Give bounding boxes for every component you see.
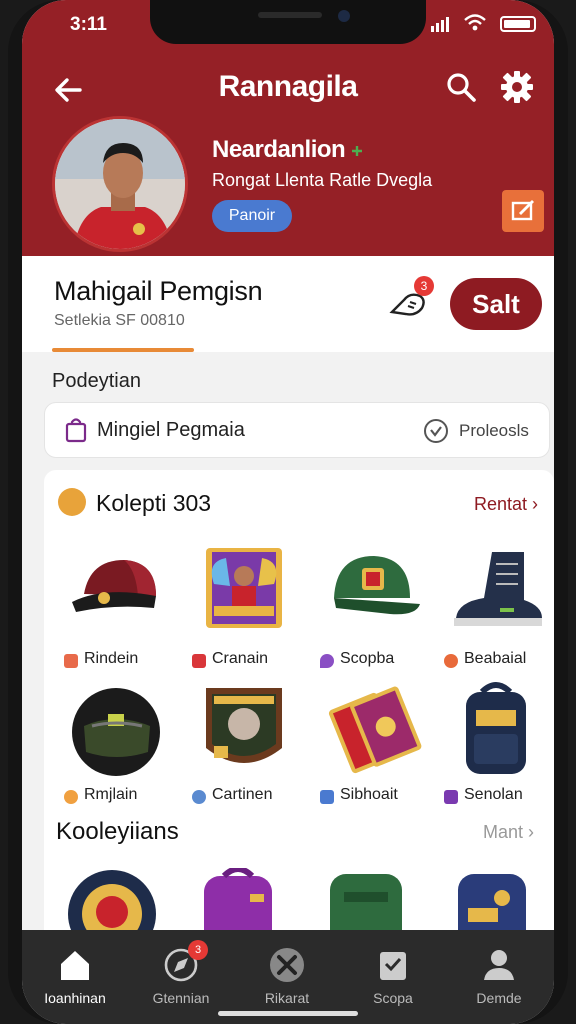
navy-backpack-icon[interactable] bbox=[444, 868, 540, 938]
backpack-icon bbox=[466, 682, 526, 774]
home-icon bbox=[61, 951, 89, 980]
item-name: Sibhoait bbox=[340, 786, 398, 803]
item-tag-icon bbox=[444, 790, 458, 804]
item-name: Rmjlain bbox=[84, 786, 138, 803]
profile-subtitle: Rongat Llenta Ratle Dvegla bbox=[212, 170, 433, 190]
active-tab-underline bbox=[52, 348, 194, 352]
item-tag-icon bbox=[192, 790, 206, 804]
card-title: Mahigail Pemgisn bbox=[54, 276, 263, 306]
tab-explore[interactable]: 3 Gtennian bbox=[128, 940, 234, 1020]
item-tag-icon bbox=[64, 654, 78, 668]
status-bar: 3:11 bbox=[22, 0, 554, 50]
section2-more-link[interactable]: Mant › bbox=[483, 822, 534, 843]
collection-title: Kolepti 303 bbox=[96, 490, 212, 516]
collection-item[interactable]: Senolan bbox=[436, 682, 554, 822]
person-icon bbox=[484, 950, 514, 980]
profile-header: 3:11 Rannagila Neardanlion Rongat Llenta… bbox=[22, 0, 554, 256]
collection-item[interactable]: Scopba bbox=[312, 546, 436, 686]
search-icon[interactable] bbox=[444, 70, 478, 104]
section2-link-label: Mant bbox=[482, 822, 523, 842]
card-subtitle: Setlekia SF 00810 bbox=[54, 312, 185, 329]
emblem-preview-icon[interactable] bbox=[64, 866, 160, 936]
tab-badge: 3 bbox=[188, 940, 208, 960]
screen: 3:11 Rannagila Neardanlion Rongat Llenta… bbox=[22, 0, 554, 1024]
status-time: 3:11 bbox=[70, 14, 107, 35]
home-indicator bbox=[218, 1011, 358, 1016]
tab-profile[interactable]: Demde bbox=[446, 940, 552, 1020]
summary-card: Mahigail Pemgisn Setlekia SF 00810 3 Sal… bbox=[22, 256, 554, 352]
section2-title: Kooleyiians bbox=[56, 818, 179, 845]
check-circle-icon bbox=[424, 419, 448, 443]
ticket-icon bbox=[328, 686, 422, 774]
notch bbox=[150, 0, 426, 44]
profile-pill-button[interactable]: Panoir bbox=[212, 200, 292, 232]
wifi-icon bbox=[464, 14, 486, 31]
collection-emblem-icon bbox=[58, 488, 86, 516]
green-backpack-icon[interactable] bbox=[318, 868, 414, 938]
tab-label: Scopa bbox=[373, 990, 413, 1006]
tab-home[interactable]: Ioanhinan bbox=[22, 940, 128, 1020]
collection-link-label: Rentat bbox=[473, 494, 527, 514]
player-photo bbox=[55, 119, 185, 249]
tab-label: Gtennian bbox=[152, 990, 210, 1006]
filter-left-label: Mingiel Pegmaia bbox=[97, 419, 245, 441]
collection-see-all-link[interactable]: Rentat › bbox=[474, 494, 538, 515]
hat-icon bbox=[334, 556, 420, 615]
item-tag-icon bbox=[64, 790, 78, 804]
section-label: Podeytian bbox=[52, 370, 141, 392]
item-name: Senolan bbox=[464, 786, 523, 803]
tab-label: Rikarat bbox=[264, 990, 310, 1006]
item-name: Rindein bbox=[84, 650, 139, 667]
collection-item[interactable]: Cranain bbox=[184, 546, 308, 686]
gear-icon[interactable] bbox=[498, 68, 536, 106]
helmet-icon bbox=[72, 688, 160, 776]
top-bar: Rannagila bbox=[22, 64, 554, 112]
item-name: Scopba bbox=[340, 650, 395, 667]
bottom-tab-bar: Ioanhinan 3 Gtennian Rikarat Scopa Demde bbox=[22, 930, 554, 1024]
tab-label: Ioanhinan bbox=[44, 990, 106, 1006]
card-icon bbox=[206, 548, 282, 628]
clipboard-icon bbox=[380, 952, 406, 980]
edit-icon bbox=[511, 200, 534, 221]
collection-item[interactable]: Beabaial bbox=[436, 546, 554, 686]
phone-frame: 3:11 Rannagila Neardanlion Rongat Llenta… bbox=[8, 0, 568, 1024]
tab-label: Demde bbox=[476, 990, 522, 1006]
purple-backpack-icon[interactable] bbox=[190, 868, 286, 938]
item-tag-icon bbox=[320, 790, 334, 804]
item-name: Beabaial bbox=[464, 650, 527, 667]
filter-row[interactable]: Mingiel Pegmaia Proleosls bbox=[44, 402, 550, 458]
avatar[interactable] bbox=[52, 116, 188, 252]
tab-shop[interactable]: Scopa bbox=[340, 940, 446, 1020]
collection-item[interactable]: Rindein bbox=[56, 546, 180, 686]
filter-right-label: Proleosls bbox=[459, 421, 529, 440]
notification-badge: 3 bbox=[414, 276, 434, 296]
collection-item[interactable]: Sibhoait bbox=[312, 682, 436, 822]
boot-icon bbox=[454, 552, 542, 626]
item-tag-icon bbox=[444, 654, 458, 668]
collection-item[interactable]: Cartinen bbox=[184, 682, 308, 822]
shopping-bag-icon bbox=[65, 418, 87, 443]
item-name: Cranain bbox=[212, 650, 269, 667]
collection-panel: Kolepti 303 Rentat › Rindein Cranain Sco… bbox=[44, 470, 554, 950]
signal-icon bbox=[431, 17, 449, 32]
cap-icon bbox=[72, 560, 156, 612]
edit-button[interactable] bbox=[502, 190, 544, 232]
profile-name: Neardanlion bbox=[212, 136, 346, 163]
battery-icon bbox=[500, 16, 536, 32]
tools-icon bbox=[270, 948, 304, 982]
item-tag-icon bbox=[320, 654, 334, 668]
collection-header: Kolepti 303 Rentat › bbox=[44, 470, 554, 534]
tab-tools[interactable]: Rikarat bbox=[234, 940, 340, 1020]
online-indicator-icon bbox=[352, 146, 362, 156]
badge-icon bbox=[206, 688, 282, 763]
sell-button[interactable]: Salt bbox=[450, 278, 542, 330]
item-tag-icon bbox=[192, 654, 206, 668]
item-name: Cartinen bbox=[212, 786, 273, 803]
collection-item[interactable]: Rmjlain bbox=[56, 682, 180, 822]
